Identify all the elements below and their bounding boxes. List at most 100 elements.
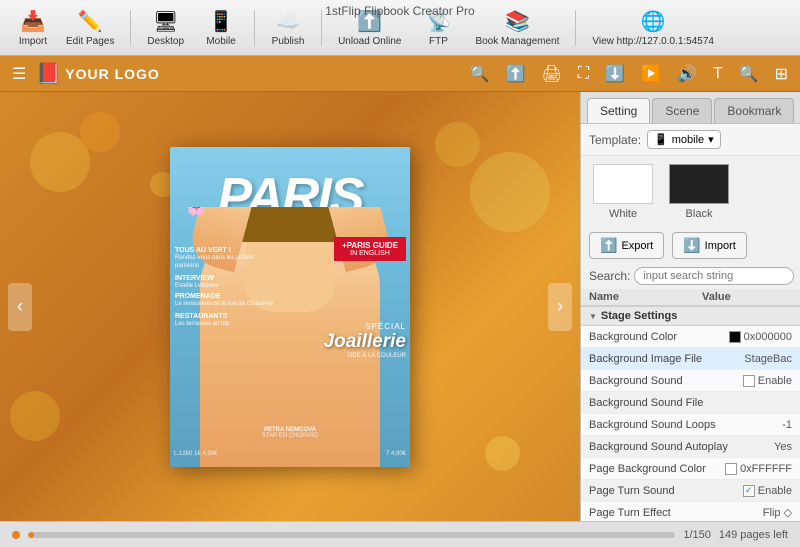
tab-bookmark[interactable]: Bookmark [714, 98, 794, 123]
download-icon[interactable]: ⬇️ [601, 62, 629, 86]
row-bg-sound-loops[interactable]: Background Sound Loops -1 [581, 414, 800, 436]
bokeh-4 [10, 391, 60, 441]
nav-left-button[interactable]: ‹ [8, 283, 32, 331]
flip-dropdown-icon: ◇ [784, 506, 792, 519]
import-icon: ⬇️ [683, 237, 700, 254]
settings-table: ▼ Stage Settings Background Color 0x0000… [581, 306, 800, 521]
search-input[interactable] [634, 267, 794, 285]
edit-pages-button[interactable]: ✏️ Edit Pages [58, 5, 122, 51]
footer-left: L.1260 1€ 4,99€ [174, 451, 217, 457]
text-icon[interactable]: T [709, 63, 727, 85]
print-icon[interactable]: 🖨 [538, 62, 566, 86]
person-title: STAR EN CHOPARD [170, 433, 410, 439]
mobile-button[interactable]: 📱 Mobile [196, 5, 246, 51]
black-label: Black [686, 208, 713, 220]
page-bg-color-name: Page Background Color [589, 463, 725, 475]
separator-4 [575, 10, 576, 46]
row-page-turn-effect[interactable]: Page Turn Effect Flip ◇ [581, 502, 800, 521]
desktop-button[interactable]: 🖥 Desktop [139, 5, 192, 51]
bg-sound-value: Enable [743, 375, 792, 387]
row-page-turn-sound[interactable]: Page Turn Sound ✓ Enable [581, 480, 800, 502]
nav-right-button[interactable]: › [548, 283, 572, 331]
export-import-row: ⬆️ Export ⬇️ Import [581, 228, 800, 263]
zoom-icon[interactable]: 🔍 [735, 62, 763, 86]
progress-fill [28, 532, 34, 538]
bg-color-name: Background Color [589, 331, 729, 343]
preview-area: ‹ PARIS CAPITALE 🌸 🌸 🌸 +PARIS GUIDE I [0, 92, 580, 521]
black-swatch-item[interactable]: Black [669, 164, 729, 220]
import-icon: 📥 [21, 9, 46, 34]
page-turn-sound-name: Page Turn Sound [589, 485, 743, 497]
separator-3 [321, 10, 322, 46]
view-url-button[interactable]: 🌐 View http://127.0.0.1:54574 [584, 5, 722, 51]
special-label: SPÉCIAL Joaillerie ODE À LA COULEUR [324, 322, 406, 359]
bokeh-3 [470, 152, 550, 232]
text4-heading: RESTAURANTS [175, 313, 275, 320]
secondary-toolbar-icons: 🔍 ⬆️ 🖨 ⛶ ⬇️ ▶️ 🔊 T 🔍 ⊞ [466, 62, 792, 86]
row-bg-sound[interactable]: Background Sound Enable [581, 370, 800, 392]
secondary-toolbar: ☰ 📕 YOUR LOGO 🔍 ⬆️ 🖨 ⛶ ⬇️ ▶️ 🔊 T 🔍 ⊞ [0, 56, 800, 92]
tab-scene[interactable]: Scene [652, 98, 712, 123]
black-swatch [669, 164, 729, 204]
progress-bar [28, 532, 675, 538]
text1-heading: TOUS AU VERT ! [175, 247, 275, 254]
stage-settings-label: Stage Settings [601, 310, 677, 322]
logo-book-icon: 📕 [36, 61, 61, 86]
play-icon[interactable]: ▶️ [637, 62, 665, 86]
template-select[interactable]: 📱 mobile ▾ [647, 130, 721, 149]
row-bg-color[interactable]: Background Color 0x000000 [581, 326, 800, 348]
magazine-guide-box: +PARIS GUIDE IN ENGLISH [334, 237, 406, 261]
ode-text: ODE À LA COULEUR [324, 353, 406, 359]
search-icon[interactable]: 🔍 [466, 62, 494, 86]
template-icon: 📱 [654, 133, 668, 146]
row-bg-sound-autoplay[interactable]: Background Sound Autoplay Yes [581, 436, 800, 458]
pages-left: 149 pages left [719, 529, 788, 541]
row-page-bg-color[interactable]: Page Background Color 0xFFFFFF [581, 458, 800, 480]
menu-icon[interactable]: ☰ [8, 62, 30, 86]
white-swatch-item[interactable]: White [593, 164, 653, 220]
logo-area: 📕 YOUR LOGO [36, 61, 159, 86]
bg-color-value: 0x000000 [729, 331, 792, 343]
bg-sound-checkbox [743, 375, 755, 387]
export-button[interactable]: ⬆️ Export [589, 232, 664, 259]
row-bg-image[interactable]: Background Image File StageBac [581, 348, 800, 370]
flower-left: 🌸 [185, 207, 207, 217]
edit-pages-icon: ✏️ [78, 9, 103, 34]
bg-color-dot [729, 331, 741, 343]
grid-icon[interactable]: ⊞ [771, 62, 792, 86]
book-management-button[interactable]: 📚 Book Management [467, 5, 567, 51]
bg-sound-name: Background Sound [589, 375, 743, 387]
bokeh-7 [435, 122, 480, 167]
page-turn-effect-value: Flip ◇ [763, 506, 792, 519]
row-bg-sound-file[interactable]: Background Sound File [581, 392, 800, 414]
bokeh-5 [485, 436, 520, 471]
separator-2 [254, 10, 255, 46]
audio-icon[interactable]: 🔊 [673, 62, 701, 86]
bokeh-1 [30, 132, 90, 192]
desktop-icon: 🖥 [153, 9, 178, 34]
template-dropdown-icon: ▾ [708, 133, 714, 146]
fullscreen-icon[interactable]: ⛶ [574, 63, 593, 85]
bokeh-2 [80, 112, 120, 152]
export-label: Export [621, 240, 653, 252]
col-name-header: Name [589, 291, 702, 303]
import-button[interactable]: 📥 Import [8, 5, 58, 51]
tab-setting[interactable]: Setting [587, 98, 650, 123]
import-button[interactable]: ⬇️ Import [672, 232, 747, 259]
template-row: Template: 📱 mobile ▾ [581, 124, 800, 156]
footer-right: 7 4,90€ [386, 451, 406, 457]
publish-button[interactable]: ☁️ Publish [263, 5, 313, 51]
col-value-header: Value [702, 291, 792, 303]
template-label: Template: [589, 133, 641, 147]
text3-body: Le renouveau de la rue de Charonne [175, 301, 275, 309]
mobile-icon: 📱 [209, 9, 234, 34]
bg-image-name: Background Image File [589, 353, 744, 365]
publish-icon: ☁️ [276, 9, 301, 34]
table-headers: Name Value [581, 289, 800, 306]
special-text: SPÉCIAL [324, 322, 406, 331]
share-icon[interactable]: ⬆️ [502, 62, 530, 86]
status-bar: 1/150 149 pages left [0, 521, 800, 547]
template-value: mobile [672, 134, 704, 146]
right-panel: Setting Scene Bookmark Template: 📱 mobil… [580, 92, 800, 521]
magazine-text-blocks: TOUS AU VERT ! Rendez-vous dans les jard… [175, 247, 275, 326]
